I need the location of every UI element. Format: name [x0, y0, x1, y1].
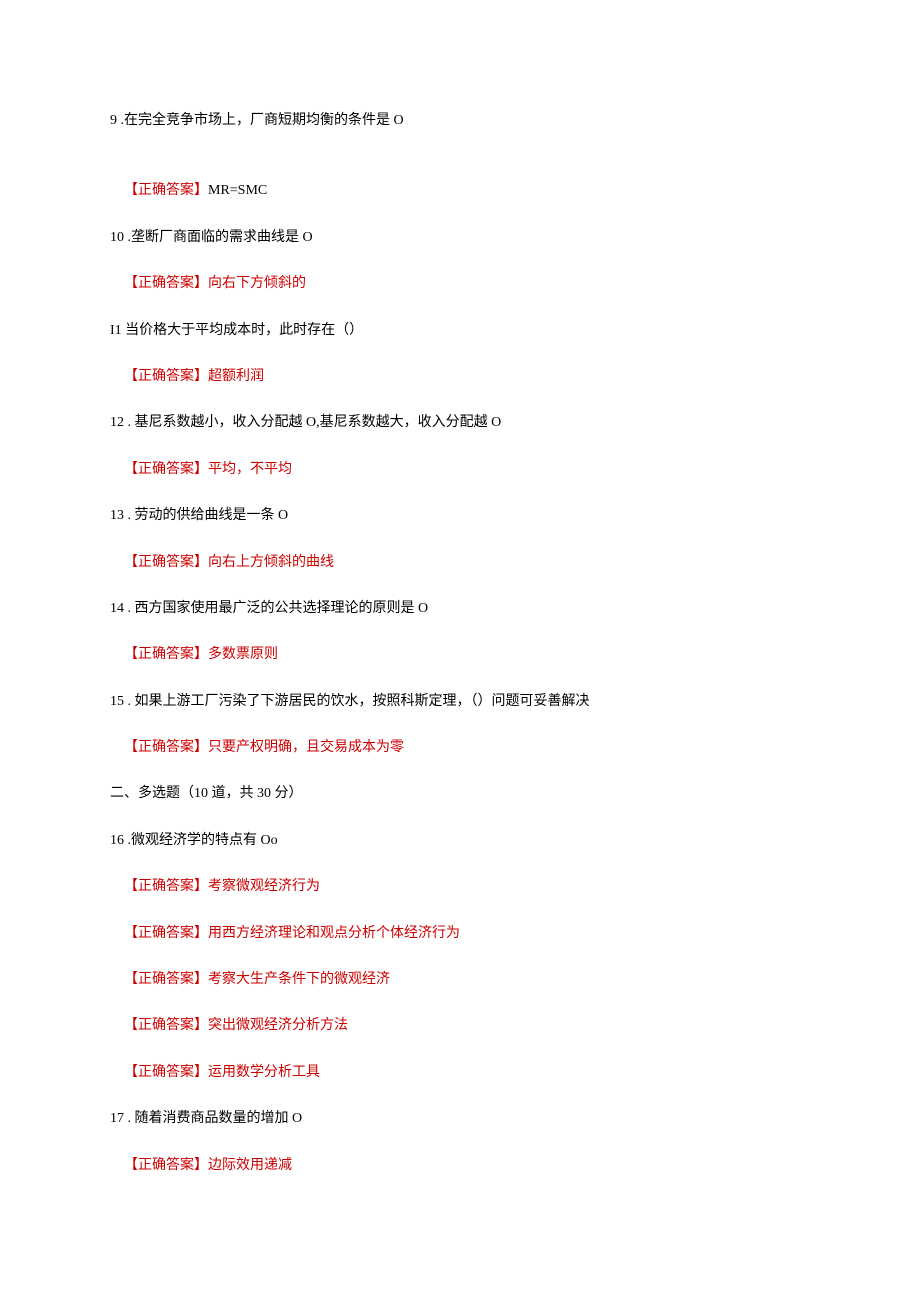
- answer-line: 【正确答案】超额利润: [110, 366, 810, 388]
- answer-text: 考察大生产条件下的微观经济: [208, 972, 390, 987]
- question-number: 10: [110, 230, 124, 245]
- answer-text: 用西方经济理论和观点分析个体经济行为: [208, 926, 460, 941]
- answer-label: 【正确答案】: [124, 647, 208, 662]
- answer-text: 只要产权明确，且交易成本为零: [208, 740, 404, 755]
- answer-text: 平均，不平均: [208, 462, 292, 477]
- question-number: 9: [110, 113, 117, 128]
- answer-text: 突出微观经济分析方法: [208, 1018, 348, 1033]
- answer-label: 【正确答案】: [124, 1158, 208, 1173]
- answer-line: 【正确答案】向右上方倾斜的曲线: [110, 552, 810, 574]
- answer-label: 【正确答案】: [124, 1065, 208, 1080]
- question-text: 12 . 基尼系数越小，收入分配越 O,基尼系数越大，收入分配越 O: [110, 412, 810, 434]
- answer-text: 运用数学分析工具: [208, 1065, 320, 1080]
- question-body: 当价格大于平均成本时，此时存在（）: [122, 323, 364, 338]
- answer-line: 【正确答案】运用数学分析工具: [110, 1062, 810, 1084]
- question-text: 16 .微观经济学的特点有 Oo: [110, 830, 810, 852]
- question-number: 15: [110, 694, 124, 709]
- answer-text: 向右下方倾斜的: [208, 276, 306, 291]
- answer-label: 【正确答案】: [124, 462, 208, 477]
- answer-label: 【正确答案】: [124, 879, 208, 894]
- answer-line: 【正确答案】向右下方倾斜的: [110, 273, 810, 295]
- answer-text: 多数票原则: [208, 647, 278, 662]
- question-number: 17: [110, 1111, 124, 1126]
- answer-label: 【正确答案】: [124, 972, 208, 987]
- section-header: 二、多选题（10 道，共 30 分）: [110, 783, 810, 805]
- answer-line: 【正确答案】用西方经济理论和观点分析个体经济行为: [110, 923, 810, 945]
- answer-text: MR=SMC: [208, 183, 267, 198]
- question-text: 13 . 劳动的供给曲线是一条 O: [110, 505, 810, 527]
- question-body: . 基尼系数越小，收入分配越 O,基尼系数越大，收入分配越 O: [124, 415, 501, 430]
- question-body: .微观经济学的特点有 Oo: [124, 833, 278, 848]
- question-number: 14: [110, 601, 124, 616]
- question-text: 15 . 如果上游工厂污染了下游居民的饮水，按照科斯定理，（）问题可妥善解决: [110, 691, 810, 713]
- answer-line: 【正确答案】平均，不平均: [110, 459, 810, 481]
- question-body: . 如果上游工厂污染了下游居民的饮水，按照科斯定理，（）问题可妥善解决: [124, 694, 590, 709]
- question-text: 14 . 西方国家使用最广泛的公共选择理论的原则是 O: [110, 598, 810, 620]
- answer-label: 【正确答案】: [124, 740, 208, 755]
- answer-label: 【正确答案】: [124, 1018, 208, 1033]
- answer-text: 边际效用递减: [208, 1158, 292, 1173]
- question-text: 9 .在完全竞争市场上，厂商短期均衡的条件是 O: [110, 110, 810, 132]
- answer-label: 【正确答案】: [124, 369, 208, 384]
- answer-text: 超额利润: [208, 369, 264, 384]
- answer-line: 【正确答案】MR=SMC: [110, 180, 810, 202]
- question-number: 13: [110, 508, 124, 523]
- question-text: 17 . 随着消费商品数量的增加 O: [110, 1108, 810, 1130]
- question-number: 12: [110, 415, 124, 430]
- answer-line: 【正确答案】突出微观经济分析方法: [110, 1015, 810, 1037]
- answer-label: 【正确答案】: [124, 183, 208, 198]
- answer-text: 考察微观经济行为: [208, 879, 320, 894]
- question-body: .垄断厂商面临的需求曲线是 O: [124, 230, 313, 245]
- question-body: . 劳动的供给曲线是一条 O: [124, 508, 288, 523]
- answer-label: 【正确答案】: [124, 555, 208, 570]
- question-text: I1 当价格大于平均成本时，此时存在（）: [110, 320, 810, 342]
- answer-label: 【正确答案】: [124, 276, 208, 291]
- question-body: . 随着消费商品数量的增加 O: [124, 1111, 302, 1126]
- question-body: . 西方国家使用最广泛的公共选择理论的原则是 O: [124, 601, 428, 616]
- question-text: 10 .垄断厂商面临的需求曲线是 O: [110, 227, 810, 249]
- answer-line: 【正确答案】边际效用递减: [110, 1155, 810, 1177]
- answer-line: 【正确答案】考察大生产条件下的微观经济: [110, 969, 810, 991]
- question-number: 16: [110, 833, 124, 848]
- answer-line: 【正确答案】考察微观经济行为: [110, 876, 810, 898]
- question-number: I1: [110, 323, 122, 338]
- answer-text: 向右上方倾斜的曲线: [208, 555, 334, 570]
- question-body: .在完全竞争市场上，厂商短期均衡的条件是 O: [117, 113, 404, 128]
- answer-line: 【正确答案】多数票原则: [110, 644, 810, 666]
- answer-line: 【正确答案】只要产权明确，且交易成本为零: [110, 737, 810, 759]
- answer-label: 【正确答案】: [124, 926, 208, 941]
